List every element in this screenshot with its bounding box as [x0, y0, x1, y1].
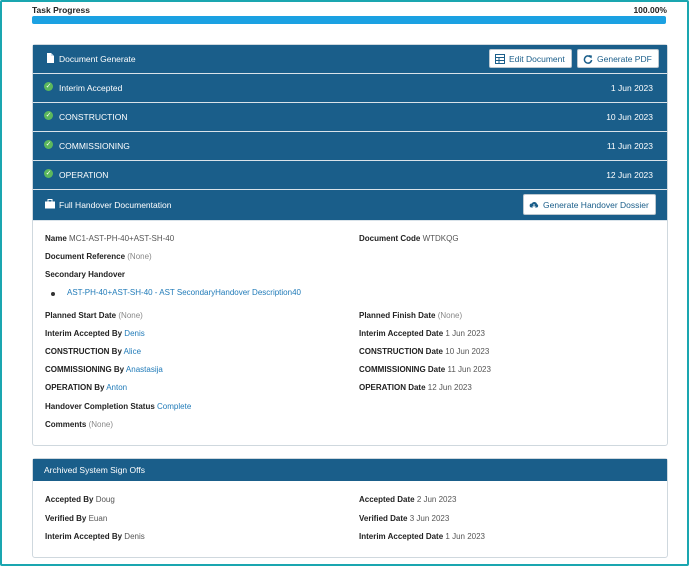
secondary-handover-link[interactable]: AST-PH-40+AST-SH-40 - AST SecondaryHando… — [67, 288, 301, 297]
operation-date-field: OPERATION Date 12 Jun 2023 — [359, 383, 472, 392]
document-code-field: Document Code WTDKQG — [359, 234, 459, 243]
construction-date-field: CONSTRUCTION Date 10 Jun 2023 — [359, 347, 490, 356]
generate-handover-dossier-button[interactable]: Generate Handover Dossier — [523, 194, 656, 215]
commissioning-date-field: COMMISSIONING Date 11 Jun 2023 — [359, 365, 491, 374]
status-link[interactable]: Complete — [157, 402, 191, 411]
archived-interim-accepted-by-field: Interim Accepted By Denis — [45, 532, 145, 541]
user-link[interactable]: Alice — [124, 347, 141, 356]
name-field: Name MC1-AST-PH-40+AST-SH-40 — [45, 234, 175, 243]
comments-field: Comments (None) — [45, 420, 114, 429]
milestone-row: ✓ OPERATION 12 Jun 2023 — [33, 161, 667, 190]
check-icon: ✓ — [44, 82, 53, 91]
interim-accepted-by-field: Interim Accepted By Denis — [45, 329, 145, 338]
accepted-date-field: Accepted Date 2 Jun 2023 — [359, 495, 457, 504]
check-icon: ✓ — [44, 140, 53, 149]
progress-bar — [32, 16, 666, 24]
archived-signoffs-panel: Archived System Sign Offs Accepted By Do… — [32, 458, 668, 558]
secondary-handover-label: Secondary Handover — [45, 270, 126, 279]
user-link[interactable]: Denis — [124, 329, 144, 338]
milestone-date: 10 Jun 2023 — [606, 112, 653, 122]
archived-interim-accepted-date-field: Interim Accepted Date 1 Jun 2023 — [359, 532, 485, 541]
handover-completion-status-field: Handover Completion Status Complete — [45, 402, 192, 411]
user-link[interactable]: Anastasija — [126, 365, 163, 374]
milestone-date: 12 Jun 2023 — [606, 170, 653, 180]
refresh-icon — [583, 55, 593, 64]
milestone-label: CONSTRUCTION — [59, 112, 128, 122]
commissioning-by-field: COMMISSIONING By Anastasija — [45, 365, 163, 374]
archived-signoffs-title: Archived System Sign Offs — [44, 465, 145, 475]
construction-by-field: CONSTRUCTION By Alice — [45, 347, 142, 356]
table-icon — [495, 54, 505, 64]
archived-signoffs-header: Archived System Sign Offs — [33, 459, 667, 481]
operation-by-field: OPERATION By Anton — [45, 383, 128, 392]
milestone-label: COMMISSIONING — [59, 141, 130, 151]
planned-finish-field: Planned Finish Date (None) — [359, 311, 463, 320]
verified-by-field: Verified By Euan — [45, 514, 108, 523]
planned-start-field: Planned Start Date (None) — [45, 311, 143, 320]
handover-header: Full Handover Documentation Generate Han… — [33, 190, 667, 221]
edit-document-label: Edit Document — [509, 54, 565, 64]
document-reference-field: Document Reference (None) — [45, 252, 152, 261]
generate-pdf-button[interactable]: Generate PDF — [577, 49, 659, 68]
generate-pdf-label: Generate PDF — [597, 54, 652, 64]
milestone-row: ✓ CONSTRUCTION 10 Jun 2023 — [33, 103, 667, 132]
check-icon: ✓ — [44, 169, 53, 178]
verified-date-field: Verified Date 3 Jun 2023 — [359, 514, 450, 523]
edit-document-button[interactable]: Edit Document — [489, 49, 572, 68]
briefcase-icon — [45, 199, 55, 209]
progress-label: Task Progress — [32, 5, 90, 15]
document-panel: Document Generate Edit Document Generate… — [32, 44, 668, 446]
accepted-by-field: Accepted By Doug — [45, 495, 115, 504]
document-icon — [47, 53, 54, 63]
document-generate-title: Document Generate — [59, 54, 136, 64]
milestone-label: OPERATION — [59, 170, 109, 180]
interim-accepted-date-field: Interim Accepted Date 1 Jun 2023 — [359, 329, 485, 338]
milestone-row: ✓ Interim Accepted 1 Jun 2023 — [33, 74, 667, 103]
progress-value: 100.00% — [633, 5, 667, 15]
milestone-date: 11 Jun 2023 — [606, 141, 653, 151]
user-link[interactable]: Anton — [106, 383, 127, 392]
milestone-date: 1 Jun 2023 — [610, 83, 653, 93]
milestone-label: Interim Accepted — [59, 83, 123, 93]
check-icon: ✓ — [44, 111, 53, 120]
generate-handover-dossier-label: Generate Handover Dossier — [543, 200, 649, 210]
progress-bar-fill — [32, 16, 666, 24]
milestone-row: ✓ COMMISSIONING 11 Jun 2023 — [33, 132, 667, 161]
cloud-download-icon — [529, 201, 539, 209]
list-bullet — [51, 292, 55, 296]
document-generate-header: Document Generate Edit Document Generate… — [33, 45, 667, 74]
handover-title: Full Handover Documentation — [59, 200, 172, 210]
